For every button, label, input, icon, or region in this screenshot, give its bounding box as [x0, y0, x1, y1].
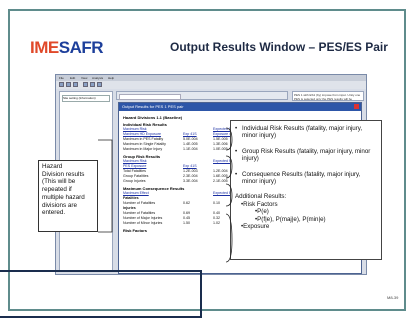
row-label: Maximum in Major Injury: [123, 147, 163, 151]
toolbar: [56, 81, 366, 89]
results-window-title: Output Results for PES 1 PES pair: [122, 104, 184, 109]
print-icon[interactable]: [83, 82, 88, 87]
selection-bar: [116, 91, 288, 100]
note-line: entered.: [42, 209, 66, 217]
menu-file[interactable]: File: [59, 76, 64, 80]
risk-factor-conditional: P(f|e), P(maj|e), P(min|e): [235, 216, 377, 223]
row-value: 0.62: [183, 201, 190, 205]
menu-edit[interactable]: Edit: [70, 76, 75, 80]
logo-part-ime: IME: [30, 38, 59, 57]
menu-view[interactable]: View: [81, 76, 87, 80]
risk-factors-item: Risk Factors: [235, 201, 377, 208]
note-line: (This will be: [42, 178, 76, 186]
results-titlebar: Output Results for PES 1 PES pair: [119, 103, 361, 111]
window-controls: [353, 104, 359, 112]
menu-help[interactable]: Help: [108, 76, 114, 80]
page-number: M8-39: [387, 295, 399, 300]
note-line: Division results: [42, 170, 85, 178]
site-dropdown[interactable]: Site setting (Information): [62, 95, 110, 102]
info-panel: PES 1 with ES1 (by) impose from input. U…: [292, 91, 364, 101]
exposure-item: Exposure: [235, 223, 377, 230]
row-label: Group Injuries: [123, 179, 146, 183]
callout-consequence: Consequence Results (fatality, major inj…: [235, 171, 377, 186]
note-line: multiple hazard: [42, 193, 85, 201]
help-icon[interactable]: [97, 82, 102, 87]
additional-results-title: Additional Results:: [235, 193, 287, 201]
selection-field[interactable]: [119, 94, 181, 100]
callout-group: Group Risk Results (fatality, major inju…: [235, 148, 377, 163]
new-icon[interactable]: [59, 82, 64, 87]
row-value: 1.50: [183, 221, 190, 225]
note-line: repeated if: [42, 186, 72, 194]
close-icon[interactable]: [354, 104, 359, 109]
imesafr-logo: IMESAFR: [30, 38, 104, 58]
note-line: Hazard: [42, 163, 63, 170]
run-icon[interactable]: [90, 82, 95, 87]
risk-factor-pe: P(e): [235, 208, 377, 215]
save-icon[interactable]: [73, 82, 78, 87]
menu-analysis[interactable]: Analysis: [92, 76, 103, 80]
row-value: 1.1E-004: [183, 147, 198, 151]
row-label: Number of Minor Injuries: [123, 221, 163, 225]
logo-part-safr: SAFR: [58, 38, 104, 57]
hazard-division-note: Hazard Division results (This will be re…: [38, 160, 98, 232]
open-icon[interactable]: [66, 82, 71, 87]
callout-individual: Individual Risk Results (fatality, major…: [235, 125, 377, 140]
presentation-frame: [0, 270, 202, 318]
results-callout: Individual Risk Results (fatality, major…: [230, 120, 382, 260]
row-value: 3.3E-004: [183, 179, 198, 183]
slide-title: Output Results Window – PES/ES Pair: [170, 40, 388, 54]
note-line: divisions are: [42, 201, 77, 209]
